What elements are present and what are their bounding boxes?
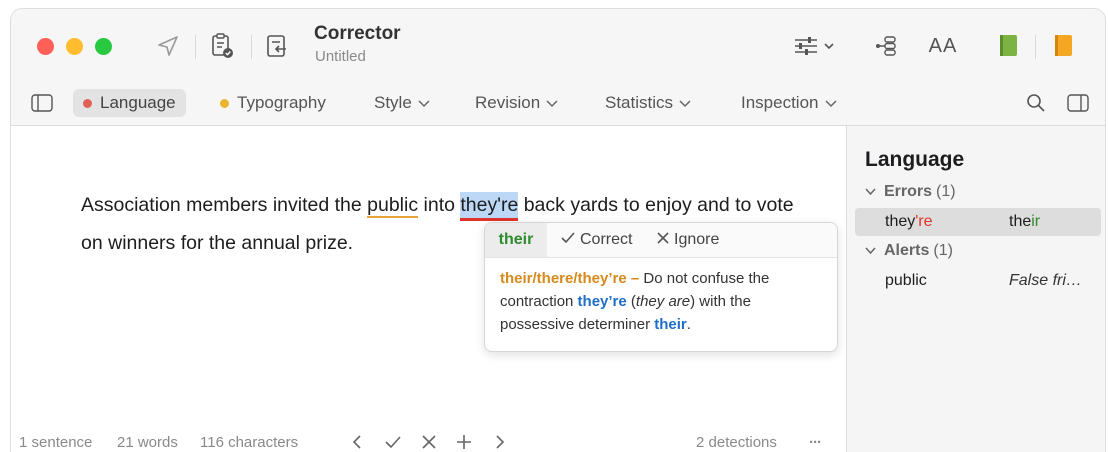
send-icon[interactable] <box>151 29 185 63</box>
character-count: 116 characters <box>200 434 299 451</box>
checkmark-icon <box>561 231 575 249</box>
correct-button[interactable]: Correct <box>561 223 632 257</box>
chevron-down-icon <box>546 93 558 113</box>
zoom-window-button[interactable] <box>95 38 112 55</box>
word-count: 21 words <box>117 434 178 451</box>
error-word[interactable]: they're <box>460 192 519 221</box>
tab-revision[interactable]: Revision <box>475 89 558 117</box>
font-size-icon[interactable]: AA <box>923 29 963 63</box>
search-icon[interactable] <box>1019 86 1053 120</box>
add-icon[interactable] <box>452 430 476 452</box>
chevron-down-icon <box>824 93 837 113</box>
errors-group-header[interactable]: Errors (1) <box>865 183 956 201</box>
chevron-down-icon <box>418 93 430 113</box>
previous-issue-icon[interactable] <box>345 430 369 452</box>
close-icon <box>657 231 669 249</box>
alerts-group-header[interactable]: Alerts (1) <box>865 242 953 260</box>
orange-book-icon[interactable] <box>1046 29 1080 63</box>
app-title: Corrector <box>314 23 401 44</box>
error-dot <box>83 98 92 108</box>
accept-icon[interactable] <box>381 430 405 452</box>
chevron-down-icon <box>865 242 876 260</box>
tab-language[interactable]: Language <box>73 89 186 117</box>
more-options-icon[interactable]: ··· <box>809 434 822 451</box>
chevron-down-icon <box>679 93 691 113</box>
reject-icon[interactable] <box>417 430 441 452</box>
alert-word[interactable]: public <box>367 194 419 218</box>
app-window: Corrector Untitled AA Language Typograph… <box>10 8 1106 452</box>
rule-explanation: their/there/they’re – Do not confuse the… <box>500 270 770 333</box>
suggestion-button[interactable]: their <box>485 223 547 257</box>
issues-sidebar: Language Errors (1) they're their Alerts(… <box>846 126 1105 452</box>
chevron-down-icon <box>865 183 876 201</box>
sentence-count: 1 sentence <box>19 434 93 451</box>
outline-icon[interactable] <box>869 29 903 63</box>
sidebar-toggle-right-icon[interactable] <box>1061 86 1095 120</box>
error-list-item[interactable]: they're their <box>855 208 1101 236</box>
tab-typography[interactable]: Typography <box>220 89 326 117</box>
analysis-toolbar: Language Typography Style Revision Stati… <box>11 81 1105 126</box>
alert-list-item[interactable]: public False fri… <box>855 267 1101 295</box>
ignore-button[interactable]: Ignore <box>657 223 719 257</box>
close-window-button[interactable] <box>37 38 54 55</box>
popover-header: their Correct Ignore <box>485 223 837 258</box>
detections-count: 2 detections <box>696 434 777 451</box>
next-issue-icon[interactable] <box>488 430 512 452</box>
green-book-icon[interactable] <box>991 29 1025 63</box>
tab-style[interactable]: Style <box>374 89 430 117</box>
sliders-icon[interactable] <box>789 29 841 63</box>
import-icon[interactable] <box>260 29 294 63</box>
checklist-icon[interactable] <box>205 29 239 63</box>
tab-statistics[interactable]: Statistics <box>605 89 691 117</box>
document-title: Untitled <box>315 48 366 65</box>
title-bar: Corrector Untitled AA <box>11 9 1105 81</box>
sidebar-toggle-left-icon[interactable] <box>25 86 59 120</box>
correction-popover: their Correct Ignore their/there/they’re… <box>484 222 838 352</box>
alert-dot <box>220 98 229 108</box>
tab-inspection[interactable]: Inspection <box>741 89 837 117</box>
minimize-window-button[interactable] <box>66 38 83 55</box>
sidebar-title: Language <box>865 148 965 171</box>
